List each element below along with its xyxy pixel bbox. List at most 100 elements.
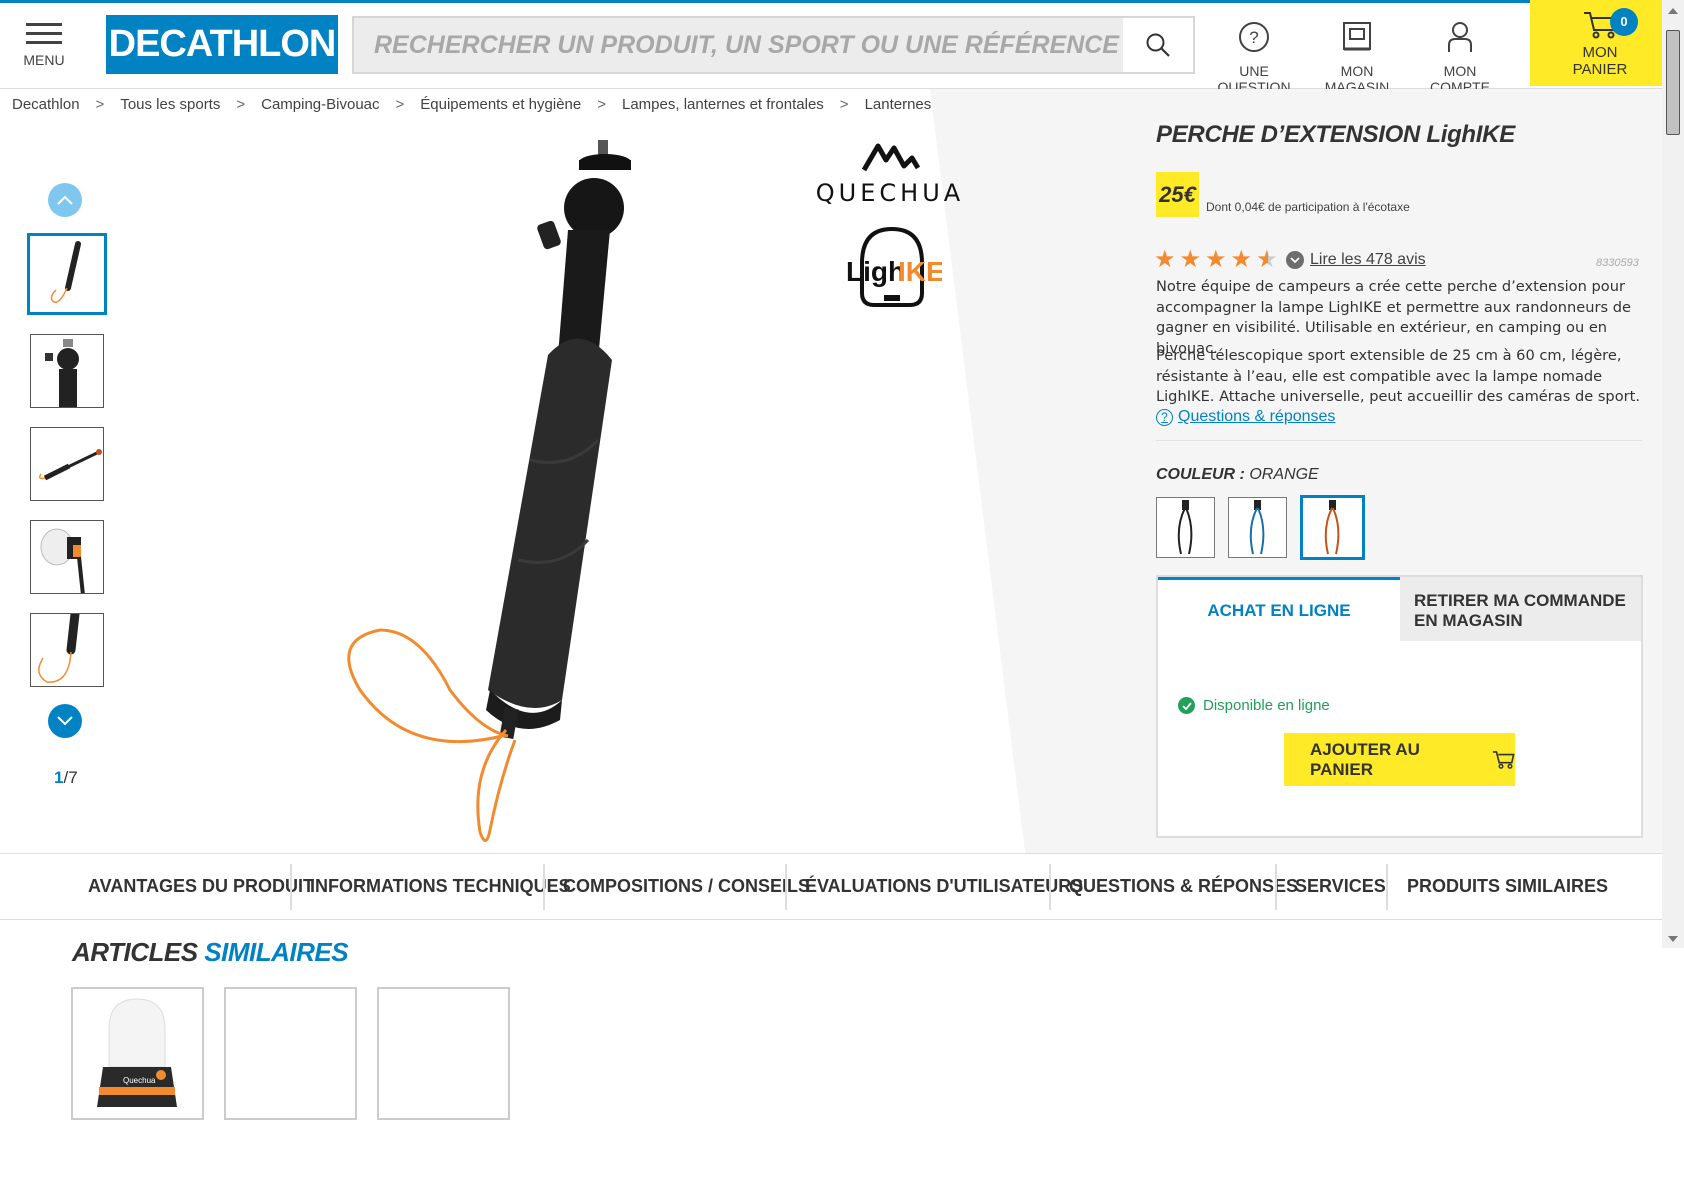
similar-title-part1: ARTICLES	[72, 937, 205, 967]
cart-count-badge: 0	[1610, 8, 1638, 36]
chevron-down-icon	[57, 716, 73, 726]
scrollbar-thumb[interactable]	[1666, 30, 1680, 135]
product-description-2: Perche télescopique sport extensible de …	[1156, 347, 1640, 405]
quechua-logo-text: QUECHUA	[815, 179, 965, 207]
lighike-logo-text-a: Ligh	[846, 256, 905, 287]
star-icon: ★	[1179, 246, 1202, 273]
cart-button[interactable]: 0 MON PANIER	[1530, 0, 1670, 86]
gallery-thumbnail[interactable]	[30, 613, 104, 687]
color-swatch-orange[interactable]	[1300, 495, 1365, 560]
lantern-product-image: Quechua	[97, 998, 177, 1107]
similar-title-part2: SIMILAIRES	[204, 937, 349, 967]
main-product-image[interactable]	[330, 130, 750, 850]
tab-compositions[interactable]: COMPOSITIONS / CONSEILS	[563, 854, 810, 919]
chevron-up-icon	[57, 195, 73, 205]
hamburger-icon	[26, 23, 62, 26]
search-input[interactable]	[354, 18, 1124, 72]
search-button[interactable]	[1123, 18, 1193, 72]
add-to-cart-label: AJOUTER AU PANIER	[1310, 739, 1420, 779]
tab-technical-info[interactable]: INFORMATIONS TECHNIQUES	[310, 854, 571, 919]
breadcrumb-item[interactable]: Équipements et hygiène	[420, 96, 581, 113]
pole-strap-thumbnail-image	[38, 614, 80, 683]
breadcrumb-separator: >	[236, 96, 246, 113]
nav-divider	[1275, 864, 1277, 910]
breadcrumb-item[interactable]: Lanternes	[865, 96, 932, 113]
qa-link[interactable]: ? Questions & réponses	[1156, 408, 1335, 426]
gallery-next-button[interactable]	[48, 704, 82, 738]
breadcrumb-item[interactable]: Camping-Bivouac	[261, 96, 379, 113]
scroll-up-icon[interactable]	[1668, 8, 1678, 14]
gallery-thumbnail[interactable]	[30, 427, 104, 501]
check-circle-icon	[1178, 697, 1195, 714]
tab-services[interactable]: SERVICES	[1295, 854, 1386, 919]
tab-user-reviews[interactable]: ÉVALUATIONS D'UTILISATEURS	[805, 854, 1083, 919]
star-icon: ★	[1230, 246, 1253, 273]
breadcrumb-item[interactable]: Tous les sports	[120, 96, 220, 113]
tab-online-purchase[interactable]: ACHAT EN LIGNE	[1158, 577, 1400, 641]
svg-text:?: ?	[1249, 28, 1258, 47]
hamburger-icon-bar	[26, 41, 62, 44]
ecotax-note: Dont 0,04€ de participation à l'écotaxe	[1206, 200, 1410, 214]
gallery-thumbnail[interactable]	[30, 334, 104, 408]
similar-product-card[interactable]	[224, 987, 357, 1120]
product-reference: 8330593	[1596, 257, 1639, 269]
color-swatch-blue[interactable]	[1228, 497, 1287, 558]
lantern-brand-text: Quechua	[123, 1076, 156, 1085]
purchase-box: ACHAT EN LIGNE RETIRER MA COMMANDE EN MA…	[1156, 575, 1643, 838]
tab-similar-products[interactable]: PRODUITS SIMILAIRES	[1407, 854, 1608, 919]
tab-store-pickup[interactable]: RETIRER MA COMMANDE EN MAGASIN	[1400, 577, 1641, 641]
tab-product-advantages[interactable]: AVANTAGES DU PRODUIT	[88, 854, 314, 919]
store-icon	[1343, 22, 1371, 51]
vertical-scrollbar[interactable]	[1662, 0, 1684, 948]
nav-divider	[785, 864, 787, 910]
divider	[1156, 440, 1642, 441]
rating-stars[interactable]: ★ ★ ★ ★ ★	[1154, 248, 1278, 272]
breadcrumb-item[interactable]: Lampes, lanternes et frontales	[622, 96, 824, 113]
breadcrumb-item[interactable]: Decathlon	[12, 96, 80, 113]
pager-total: /7	[63, 768, 78, 787]
nav-divider	[1049, 864, 1051, 910]
question-circle-icon: ?	[1156, 408, 1173, 426]
scroll-down-icon[interactable]	[1668, 936, 1678, 942]
lighike-logo: Ligh IKE	[846, 226, 942, 307]
add-to-cart-button[interactable]: AJOUTER AU PANIER	[1284, 733, 1515, 786]
extended-pole-thumbnail-image	[38, 449, 102, 481]
product-title: PERCHE D’EXTENSION LighIKE	[1156, 121, 1515, 148]
account-link[interactable]: MON COMPTE	[1414, 17, 1506, 95]
tab-qa[interactable]: QUESTIONS & RÉPONSES	[1069, 854, 1298, 919]
cart-label-line1: MON	[1582, 44, 1618, 61]
reviews-link[interactable]: Lire les 478 avis	[1310, 251, 1426, 269]
pole-thumbnail-image	[50, 241, 81, 303]
site-header: MENU DECATHLON ? UNE QUESTION ?	[0, 3, 1662, 109]
nav-divider	[1386, 864, 1388, 910]
gallery-thumbnail[interactable]	[30, 520, 104, 594]
cart-icon	[1492, 750, 1515, 769]
menu-label: MENU	[23, 52, 65, 68]
menu-button[interactable]: MENU	[22, 23, 66, 68]
color-label-text: COULEUR :	[1156, 466, 1245, 483]
color-swatch-black[interactable]	[1156, 497, 1215, 558]
store-link[interactable]: MON MAGASIN	[1310, 17, 1404, 95]
star-icon: ★	[1205, 246, 1227, 273]
mount-thumbnail-image	[45, 339, 79, 407]
search-icon	[1146, 33, 1170, 57]
similar-product-card[interactable]	[377, 987, 510, 1120]
availability-status: Disponible en ligne	[1178, 697, 1330, 714]
quechua-logo: QUECHUA	[810, 140, 970, 207]
cart-label: MON PANIER	[1530, 44, 1670, 78]
question-icon: ?	[1239, 22, 1269, 52]
breadcrumb: Decathlon > Tous les sports > Camping-Bi…	[12, 96, 931, 113]
half-star-icon: ★	[1256, 246, 1278, 273]
decathlon-logo[interactable]: DECATHLON	[106, 15, 338, 74]
lighike-logo-text-b: IKE	[898, 256, 942, 287]
qa-link-label: Questions & réponses	[1178, 408, 1336, 425]
gallery-prev-button[interactable]	[48, 183, 82, 217]
similar-product-card[interactable]: Quechua	[71, 987, 204, 1120]
blue-strap-swatch-image	[1249, 500, 1265, 555]
similar-articles-title: ARTICLES SIMILAIRES	[72, 937, 349, 968]
verified-reviews-icon	[1286, 251, 1304, 269]
color-value: ORANGE	[1244, 466, 1319, 483]
breadcrumb-separator: >	[395, 96, 405, 113]
gallery-thumbnail[interactable]	[27, 233, 107, 315]
lamp-on-pole-thumbnail-image	[40, 528, 85, 593]
